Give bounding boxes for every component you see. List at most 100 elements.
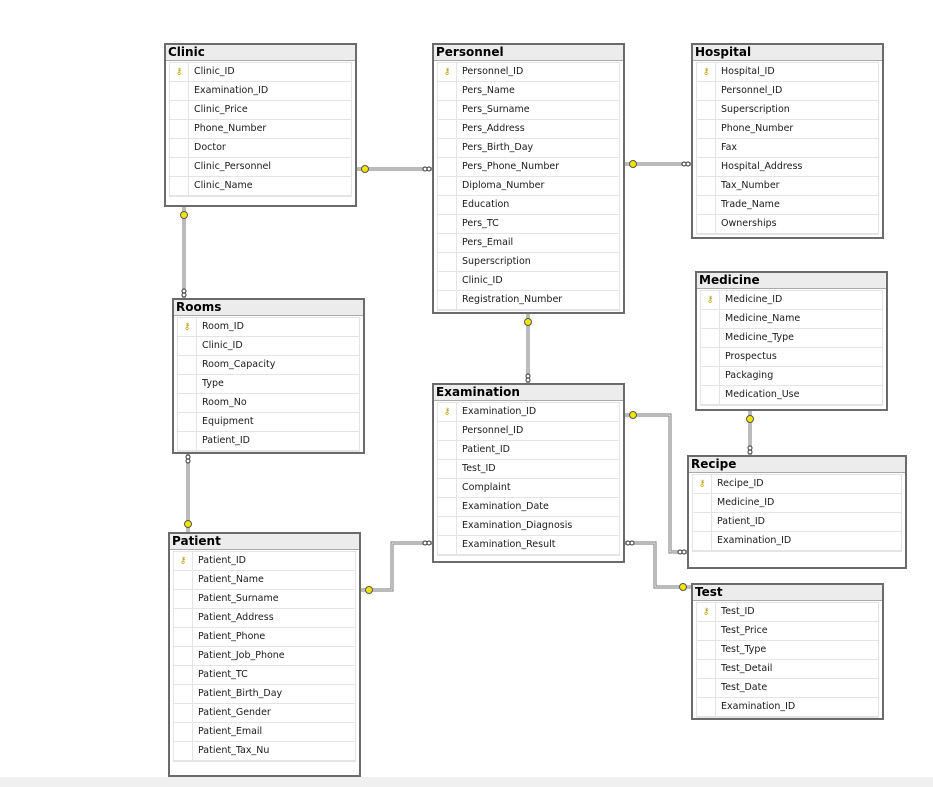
column-row[interactable]: Examination_ID xyxy=(693,532,901,551)
column-row[interactable]: ⚷ Examination_ID xyxy=(438,403,619,422)
column-row[interactable]: Fax xyxy=(697,139,878,158)
column-row[interactable]: Packaging xyxy=(701,367,882,386)
column-row[interactable]: Patient_ID xyxy=(178,432,359,451)
column-row[interactable]: Phone_Number xyxy=(170,120,351,139)
column-row[interactable]: Patient_Job_Phone xyxy=(174,647,355,666)
table-personnel[interactable]: Personnel ⚷ Personnel_ID Pers_Name Pers_Surn… xyxy=(432,43,625,314)
column-row[interactable]: Phone_Number xyxy=(697,120,878,139)
horizontal-scrollbar[interactable] xyxy=(0,777,933,787)
column-row[interactable]: Patient_ID xyxy=(693,513,901,532)
relationship-line[interactable] xyxy=(625,411,687,555)
table-title[interactable]: Recipe xyxy=(689,457,905,473)
column-row[interactable]: Examination_Result xyxy=(438,536,619,555)
table-rooms[interactable]: Rooms ⚷ Room_ID Clinic_ID Room_Capacity Type R… xyxy=(172,298,365,454)
column-row[interactable]: Test_Date xyxy=(697,679,878,698)
column-row[interactable]: Diploma_Number xyxy=(438,177,619,196)
column-row[interactable]: Pers_Phone_Number xyxy=(438,158,619,177)
column-row[interactable]: Hospital_Address xyxy=(697,158,878,177)
table-title[interactable]: Personnel xyxy=(434,45,623,61)
column-row[interactable]: Test_Price xyxy=(697,622,878,641)
relationship-line[interactable] xyxy=(361,540,432,594)
column-row[interactable]: ⚷ Patient_ID xyxy=(174,552,355,571)
column-row[interactable]: Clinic_ID xyxy=(438,272,619,291)
column-row[interactable]: Examination_Date xyxy=(438,498,619,517)
column-row[interactable]: Patient_Email xyxy=(174,723,355,742)
column-row[interactable]: Prospectus xyxy=(701,348,882,367)
relationship-line[interactable] xyxy=(184,454,192,532)
relationship-line[interactable] xyxy=(625,540,691,591)
table-title[interactable]: Test xyxy=(693,585,882,601)
column-row[interactable]: Test_Type xyxy=(697,641,878,660)
column-row[interactable]: Examination_ID xyxy=(170,82,351,101)
column-row[interactable]: Test_Detail xyxy=(697,660,878,679)
column-row[interactable]: ⚷ Personnel_ID xyxy=(438,63,619,82)
table-patient[interactable]: Patient ⚷ Patient_ID Patient_Name Patient_Su… xyxy=(168,532,361,777)
column-row[interactable]: Clinic_Name xyxy=(170,177,351,196)
column-row[interactable]: Doctor xyxy=(170,139,351,158)
column-row[interactable]: Examination_Diagnosis xyxy=(438,517,619,536)
table-title[interactable]: Rooms xyxy=(174,300,363,316)
column-row[interactable]: Superscription xyxy=(697,101,878,120)
column-row[interactable]: Pers_TC xyxy=(438,215,619,234)
column-row[interactable]: Medicine_ID xyxy=(693,494,901,513)
column-row[interactable]: Equipment xyxy=(178,413,359,432)
column-row[interactable]: Clinic_ID xyxy=(178,337,359,356)
column-row[interactable]: Pers_Surname xyxy=(438,101,619,120)
column-row[interactable]: Personnel_ID xyxy=(697,82,878,101)
column-row[interactable]: Patient_Surname xyxy=(174,590,355,609)
column-row[interactable]: Patient_Address xyxy=(174,609,355,628)
column-row[interactable]: Room_Capacity xyxy=(178,356,359,375)
column-row[interactable]: Clinic_Personnel xyxy=(170,158,351,177)
table-recipe[interactable]: Recipe ⚷ Recipe_ID Medicine_ID Patient_ID Exa… xyxy=(687,455,907,569)
column-row[interactable]: ⚷ Test_ID xyxy=(697,603,878,622)
table-title[interactable]: Clinic xyxy=(166,45,355,61)
column-row[interactable]: Type xyxy=(178,375,359,394)
table-hospital[interactable]: Hospital ⚷ Hospital_ID Personnel_ID Superscr… xyxy=(691,43,884,239)
column-row[interactable]: ⚷ Medicine_ID xyxy=(701,291,882,310)
column-row[interactable]: Personnel_ID xyxy=(438,422,619,441)
table-title[interactable]: Medicine xyxy=(697,273,886,289)
table-title[interactable]: Patient xyxy=(170,534,359,550)
relationship-line[interactable] xyxy=(357,165,432,173)
column-row[interactable]: Test_ID xyxy=(438,460,619,479)
column-row[interactable]: Patient_Birth_Day xyxy=(174,685,355,704)
column-row[interactable]: Pers_Email xyxy=(438,234,619,253)
column-row[interactable]: ⚷ Room_ID xyxy=(178,318,359,337)
table-examination[interactable]: Examination ⚷ Examination_ID Personnel_ID Pa… xyxy=(432,383,625,563)
column-row[interactable]: Superscription xyxy=(438,253,619,272)
column-row[interactable]: Patient_ID xyxy=(438,441,619,460)
column-row[interactable]: ⚷ Recipe_ID xyxy=(693,475,901,494)
column-row[interactable]: Education xyxy=(438,196,619,215)
table-title[interactable]: Hospital xyxy=(693,45,882,61)
column-row[interactable]: ⚷ Hospital_ID xyxy=(697,63,878,82)
column-row[interactable]: Patient_Name xyxy=(174,571,355,590)
relationship-line[interactable] xyxy=(524,314,532,383)
table-clinic[interactable]: Clinic ⚷ Clinic_ID Examination_ID Clinic_Pri… xyxy=(164,43,357,207)
column-row[interactable]: Patient_Tax_Nu xyxy=(174,742,355,761)
column-row[interactable]: Tax_Number xyxy=(697,177,878,196)
column-row[interactable]: Pers_Birth_Day xyxy=(438,139,619,158)
column-row[interactable]: Ownerships xyxy=(697,215,878,234)
column-row[interactable]: Complaint xyxy=(438,479,619,498)
column-row[interactable]: Medication_Use xyxy=(701,386,882,405)
column-name: Patient_ID xyxy=(717,516,765,527)
column-row[interactable]: Registration_Number xyxy=(438,291,619,310)
column-row[interactable]: Examination_ID xyxy=(697,698,878,717)
column-row[interactable]: Pers_Name xyxy=(438,82,619,101)
table-test[interactable]: Test ⚷ Test_ID Test_Price Test_Type Test_Deta… xyxy=(691,583,884,720)
column-row[interactable]: Room_No xyxy=(178,394,359,413)
column-row[interactable]: Pers_Address xyxy=(438,120,619,139)
column-row[interactable]: Clinic_Price xyxy=(170,101,351,120)
column-row[interactable]: Patient_Phone xyxy=(174,628,355,647)
column-row[interactable]: Patient_Gender xyxy=(174,704,355,723)
table-medicine[interactable]: Medicine ⚷ Medicine_ID Medicine_Name Medicin… xyxy=(695,271,888,411)
column-row[interactable]: Medicine_Name xyxy=(701,310,882,329)
column-row[interactable]: Medicine_Type xyxy=(701,329,882,348)
table-title[interactable]: Examination xyxy=(434,385,623,401)
column-row[interactable]: Patient_TC xyxy=(174,666,355,685)
relationship-line[interactable] xyxy=(625,160,691,168)
column-row[interactable]: Trade_Name xyxy=(697,196,878,215)
column-row[interactable]: ⚷ Clinic_ID xyxy=(170,63,351,82)
relationship-line[interactable] xyxy=(746,411,754,455)
relationship-line[interactable] xyxy=(180,207,188,298)
